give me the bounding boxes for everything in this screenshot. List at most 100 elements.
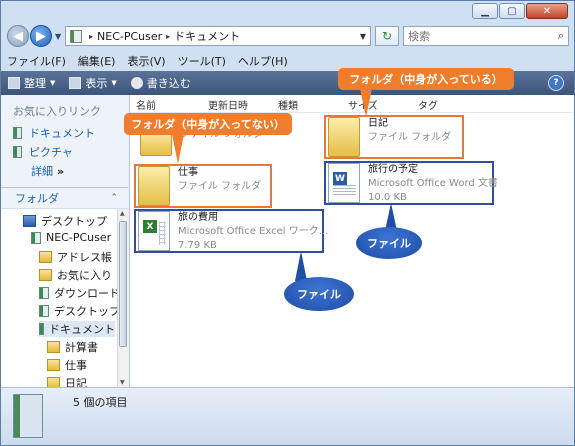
- file-name: 旅行の予定: [368, 164, 418, 175]
- search-icon[interactable]: ⌕: [558, 29, 564, 43]
- documents-large-icon: [13, 394, 43, 438]
- file-type: Microsoft Office Word 文書: [368, 178, 498, 189]
- tree-item-label: デスクトップ: [41, 215, 107, 228]
- search-input[interactable]: [404, 27, 550, 45]
- folder-tree: デスクトップ NEC-PCuser アドレス帳 お気に入り ダウンロード デスク…: [1, 209, 117, 387]
- scroll-down-icon[interactable]: ▼: [120, 379, 125, 386]
- double-chevron-icon: »: [57, 165, 65, 178]
- file-list-pane: 名前 更新日時 種類 サイズ タグ ファイル フォルダ 日記ファイル フォルダ …: [124, 68, 574, 387]
- tree-item-desktop-folder[interactable]: デスクトップ: [39, 303, 117, 319]
- tree-item-user[interactable]: NEC-PCuser: [31, 231, 111, 244]
- organize-button[interactable]: 整理 ▼: [1, 75, 62, 91]
- folders-header[interactable]: フォルダ ⌃: [1, 187, 128, 209]
- disc-icon: [130, 77, 143, 89]
- views-button[interactable]: 表示 ▼: [62, 75, 123, 91]
- more-links[interactable]: 詳細 »: [31, 163, 64, 179]
- menu-file[interactable]: ファイル(F): [1, 53, 72, 69]
- chevron-down-icon: ▼: [111, 79, 117, 87]
- folder-location-icon: [70, 29, 82, 43]
- file-name: 仕事: [178, 167, 198, 178]
- tree-item-label: NEC-PCuser: [46, 231, 112, 244]
- folders-header-label: フォルダ: [15, 192, 59, 205]
- scroll-up-icon[interactable]: ▲: [120, 210, 125, 217]
- folder-icon: [39, 251, 52, 263]
- file-item-diary[interactable]: 日記ファイル フォルダ: [328, 117, 451, 157]
- column-tags[interactable]: タグ: [418, 97, 438, 112]
- folder-icon: [39, 323, 44, 335]
- menu-tools[interactable]: ツール(T): [172, 53, 232, 69]
- callout-pointer: [360, 89, 372, 117]
- folder-icon: [47, 341, 60, 353]
- tree-item-label: アドレス帳: [57, 251, 112, 264]
- user-folder-icon: [31, 231, 41, 244]
- details-pane: 5 個の項目: [1, 387, 574, 445]
- tree-item-calculations[interactable]: 計算書: [47, 339, 98, 355]
- favorite-link-label: ピクチャ: [29, 146, 73, 159]
- callout-folder-with-content: フォルダ（中身が入っている）: [338, 68, 514, 90]
- explorer-window: ▁ ▢ ✕ ◀ ▶ ▼ ▸ NEC-PCuser ▸ ドキュメント ▼ ↻ ⌕ …: [0, 0, 575, 446]
- back-button[interactable]: ◀: [7, 25, 29, 47]
- refresh-button[interactable]: ↻: [375, 26, 399, 46]
- minimize-button[interactable]: ▁: [472, 3, 498, 19]
- column-modified[interactable]: 更新日時: [208, 97, 248, 112]
- file-type: ファイル フォルダ: [368, 132, 452, 143]
- tree-item-desktop[interactable]: デスクトップ: [23, 213, 107, 229]
- column-headers: 名前 更新日時 種類 サイズ タグ: [130, 95, 574, 113]
- tree-item-label: ダウンロード: [54, 287, 117, 300]
- folder-icon: [39, 305, 49, 317]
- menu-help[interactable]: ヘルプ(H): [232, 53, 294, 69]
- desktop-icon: [23, 215, 36, 227]
- close-button[interactable]: ✕: [526, 3, 568, 19]
- scroll-thumb[interactable]: [119, 221, 127, 347]
- file-item-work[interactable]: 仕事ファイル フォルダ: [138, 166, 261, 206]
- favorite-link-label: ドキュメント: [29, 127, 95, 140]
- file-item-travel-cost[interactable]: X 旅の費用 Microsoft Office Excel ワーク... 7.79 …: [138, 211, 328, 253]
- tree-scrollbar[interactable]: ▲ ▼: [117, 209, 129, 387]
- forward-button[interactable]: ▶: [30, 25, 52, 47]
- tree-item-work[interactable]: 仕事: [47, 357, 87, 373]
- breadcrumb-separator[interactable]: ▸: [89, 32, 93, 41]
- word-document-icon: W: [328, 163, 360, 203]
- favorite-link-pictures[interactable]: ピクチャ: [13, 144, 73, 160]
- breadcrumb-separator[interactable]: ▸: [166, 32, 170, 41]
- tree-item-diary[interactable]: 日記: [47, 375, 87, 387]
- file-name: 日記: [368, 118, 388, 129]
- callout-file: ファイル: [356, 227, 422, 259]
- menu-view[interactable]: 表示(V): [121, 53, 171, 69]
- tree-item-contacts[interactable]: アドレス帳: [39, 249, 112, 265]
- menu-edit[interactable]: 編集(E): [72, 53, 122, 69]
- file-type: Microsoft Office Excel ワーク...: [178, 226, 329, 237]
- favorite-links-header: お気に入りリンク: [13, 105, 101, 118]
- tree-item-label: デスクトップ: [54, 305, 117, 318]
- callout-empty-folder: フォルダ（中身が入ってない）: [124, 113, 292, 135]
- address-row: ◀ ▶ ▼ ▸ NEC-PCuser ▸ ドキュメント ▼ ↻ ⌕: [5, 25, 570, 49]
- tree-item-favorites[interactable]: お気に入り: [39, 267, 112, 283]
- organize-icon: [8, 77, 20, 89]
- callout-pointer: [172, 134, 184, 164]
- column-type[interactable]: 種類: [278, 97, 298, 112]
- burn-button[interactable]: 書き込む: [124, 75, 198, 91]
- address-bar[interactable]: ▸ NEC-PCuser ▸ ドキュメント ▼: [65, 26, 371, 46]
- excel-workbook-icon: X: [138, 211, 170, 251]
- breadcrumb-user[interactable]: NEC-PCuser: [97, 30, 162, 43]
- views-label: 表示: [85, 77, 108, 90]
- search-box: ⌕: [403, 26, 569, 46]
- column-name[interactable]: 名前: [136, 97, 156, 112]
- history-dropdown-icon[interactable]: ▼: [55, 32, 61, 41]
- file-item-travel-plan[interactable]: W 旅行の予定 Microsoft Office Word 文書 10.0 KB: [328, 163, 498, 205]
- folder-icon: [138, 166, 170, 206]
- breadcrumb-documents[interactable]: ドキュメント: [174, 28, 240, 44]
- folder-icon: [39, 269, 52, 281]
- tree-item-label: お気に入り: [57, 269, 112, 282]
- tree-item-documents[interactable]: ドキュメント: [39, 321, 115, 337]
- file-type: ファイル フォルダ: [178, 181, 262, 192]
- tree-item-downloads[interactable]: ダウンロード: [39, 285, 117, 301]
- pictures-icon: [13, 146, 22, 158]
- file-name: 旅の費用: [178, 212, 218, 223]
- folder-icon: [39, 287, 49, 299]
- address-dropdown-icon[interactable]: ▼: [356, 32, 370, 41]
- chevron-down-icon: ▼: [50, 79, 56, 87]
- favorite-link-documents[interactable]: ドキュメント: [13, 125, 95, 141]
- maximize-button[interactable]: ▢: [499, 3, 525, 19]
- help-icon[interactable]: ?: [548, 75, 564, 91]
